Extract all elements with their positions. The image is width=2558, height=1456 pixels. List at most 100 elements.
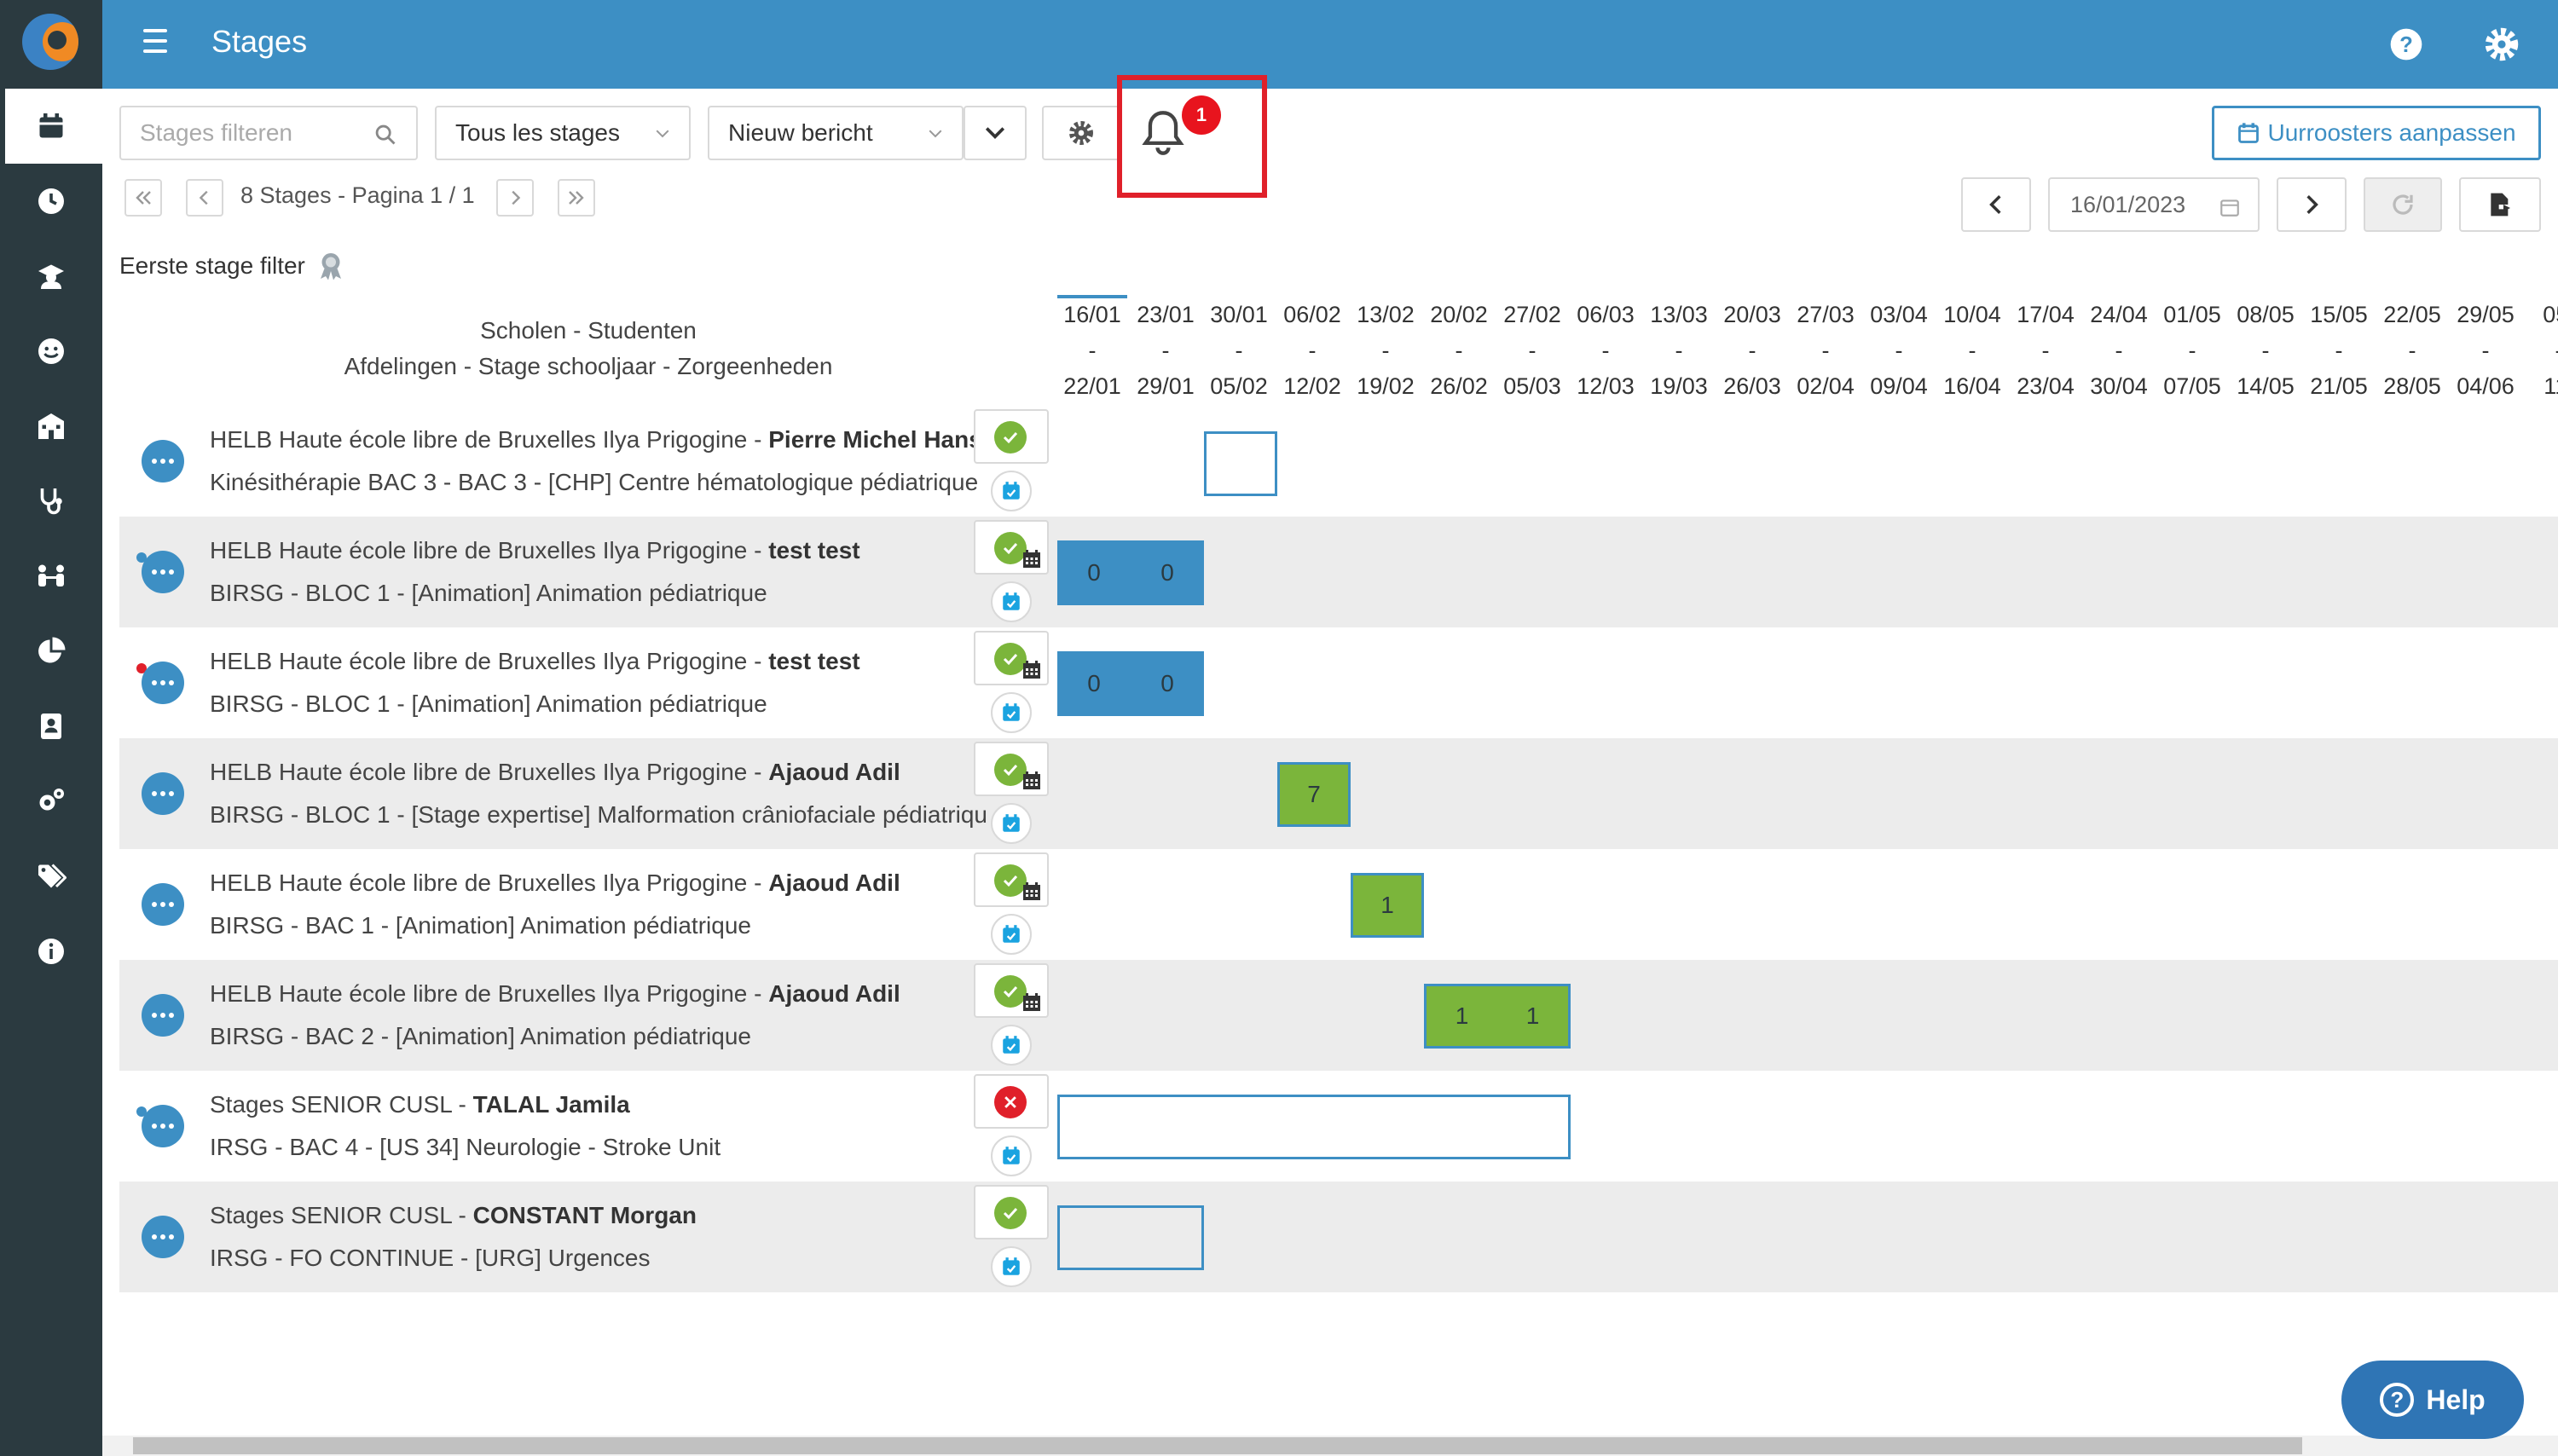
schedule-button[interactable] (991, 1025, 1032, 1066)
week-to: 05/02 (1210, 373, 1268, 399)
row-actions-button[interactable] (142, 662, 184, 704)
schedule-button[interactable] (991, 803, 1032, 844)
app-logo[interactable] (22, 14, 78, 70)
status-button[interactable] (974, 520, 1049, 575)
timeline-bar-green[interactable]: 7 (1277, 762, 1351, 827)
toolbar-settings-button[interactable] (1042, 106, 1120, 160)
student-name[interactable]: Ajaoud Adil (768, 870, 900, 896)
student-name[interactable]: Ajaoud Adil (768, 759, 900, 785)
student-name[interactable]: test test (768, 648, 859, 674)
schedule-button[interactable] (991, 1135, 1032, 1176)
message-dropdown-button[interactable] (964, 106, 1027, 160)
sidebar-item-tags[interactable] (0, 839, 102, 914)
schedule-button[interactable] (991, 692, 1032, 733)
settings-gear-icon[interactable] (2483, 26, 2520, 63)
week-from: 29/05 (2457, 302, 2515, 327)
adjust-schedule-button[interactable]: Uurroosters aanpassen (2212, 106, 2541, 160)
award-ribbon-icon[interactable] (315, 251, 346, 281)
sidebar-item-schools[interactable] (0, 389, 102, 464)
row-actions-button[interactable] (142, 772, 184, 815)
week-from: 16/01 (1063, 302, 1121, 327)
student-name[interactable]: Pierre Michel Hans (768, 426, 982, 453)
row-actions-button[interactable] (142, 883, 184, 926)
date-field[interactable]: 16/01/2023 (2048, 177, 2260, 232)
sidebar-item-supervisors[interactable] (0, 539, 102, 614)
status-button[interactable] (974, 742, 1049, 796)
chevron-left-icon (1989, 195, 2001, 214)
schedule-button[interactable] (991, 581, 1032, 622)
refresh-button[interactable] (2364, 177, 2442, 232)
row-school-student: HELB Haute école libre de Bruxelles Ilya… (210, 537, 860, 564)
status-button[interactable] (974, 852, 1049, 907)
timeline-bar-blue[interactable]: 0 0 (1057, 651, 1204, 716)
timeline-cell-value: 1 (1525, 1002, 1540, 1029)
student-name[interactable]: test test (768, 537, 859, 563)
message-select[interactable]: Nieuw bericht (708, 106, 964, 160)
hamburger-menu-icon[interactable] (143, 29, 167, 60)
next-page-button[interactable] (496, 179, 534, 217)
week-column-header: 06/03 - 12/03 (1569, 297, 1642, 404)
row-actions-button[interactable] (142, 1216, 184, 1258)
sidebar-item-calendar[interactable] (0, 89, 102, 164)
help-button[interactable]: ? Help (2341, 1361, 2524, 1439)
week-to: 02/04 (1797, 373, 1855, 399)
schedule-button[interactable] (991, 471, 1032, 511)
next-period-button[interactable] (2277, 177, 2347, 232)
row-actions-button[interactable] (142, 994, 184, 1037)
student-name[interactable]: CONSTANT Morgan (473, 1202, 697, 1228)
bell-icon[interactable] (1141, 109, 1185, 157)
status-button[interactable] (974, 1185, 1049, 1239)
week-column-header: 06/02 - 12/02 (1276, 297, 1349, 404)
header-schools-students: Scholen - Studenten (480, 317, 697, 344)
week-from: 13/02 (1357, 302, 1415, 327)
sidebar-item-statistics[interactable] (0, 614, 102, 689)
timeline-bar-empty[interactable] (1057, 1205, 1204, 1270)
row-actions-button[interactable] (142, 440, 184, 482)
row-school-student: HELB Haute école libre de Bruxelles Ilya… (210, 980, 900, 1008)
status-button[interactable] (974, 409, 1049, 464)
week-from: 06/02 (1283, 302, 1341, 327)
sidebar-item-info[interactable] (0, 914, 102, 989)
double-chevron-left-icon (136, 191, 151, 205)
schedule-button[interactable] (991, 914, 1032, 955)
timeline-bar-green[interactable]: 1 1 (1424, 984, 1571, 1049)
gear-icon (1069, 121, 1093, 145)
stages-select[interactable]: Tous les stages (435, 106, 691, 160)
stages-filter-input[interactable]: Stages filteren (119, 106, 418, 160)
week-to: 09/04 (1870, 373, 1928, 399)
student-name[interactable]: Ajaoud Adil (768, 980, 900, 1007)
sidebar-item-care-units[interactable] (0, 464, 102, 539)
week-to: 28/05 (2383, 373, 2441, 399)
horizontal-scrollbar-thumb[interactable] (133, 1437, 2302, 1454)
timeline-bar-empty[interactable] (1204, 431, 1277, 496)
row-actions-button[interactable] (142, 551, 184, 593)
timeline-bar-empty[interactable] (1057, 1095, 1571, 1159)
week-column-header: 27/03 - 02/04 (1789, 297, 1862, 404)
previous-page-button[interactable] (186, 179, 223, 217)
row-actions-button[interactable] (142, 1105, 184, 1147)
status-button[interactable] (974, 963, 1049, 1018)
school-name: HELB Haute école libre de Bruxelles Ilya… (210, 648, 769, 674)
previous-period-button[interactable] (1961, 177, 2031, 232)
first-page-button[interactable] (124, 179, 162, 217)
stage-row: HELB Haute école libre de Bruxelles Ilya… (119, 960, 2558, 1071)
status-button[interactable] (974, 1074, 1049, 1129)
sidebar-item-contacts[interactable] (0, 689, 102, 764)
sidebar-item-history[interactable] (0, 164, 102, 239)
student-name[interactable]: TALAL Jamila (473, 1091, 630, 1118)
calendar-check-icon (1003, 1257, 1020, 1275)
sidebar-item-evaluations[interactable] (0, 314, 102, 389)
status-button[interactable] (974, 631, 1049, 685)
question-icon: ? (2380, 1383, 2415, 1417)
help-circle-icon[interactable]: ? (2387, 26, 2425, 63)
school-icon (38, 413, 64, 439)
export-button[interactable] (2459, 177, 2541, 232)
sidebar-item-students[interactable] (0, 239, 102, 314)
schedule-button[interactable] (991, 1246, 1032, 1287)
week-column-header: 01/05 - 07/05 (2156, 297, 2229, 404)
timeline-bar-blue[interactable]: 0 0 (1057, 540, 1204, 605)
timeline-bar-green[interactable]: 1 (1351, 873, 1424, 938)
week-to: 07/05 (2163, 373, 2221, 399)
last-page-button[interactable] (558, 179, 595, 217)
sidebar-item-configuration[interactable] (0, 764, 102, 839)
